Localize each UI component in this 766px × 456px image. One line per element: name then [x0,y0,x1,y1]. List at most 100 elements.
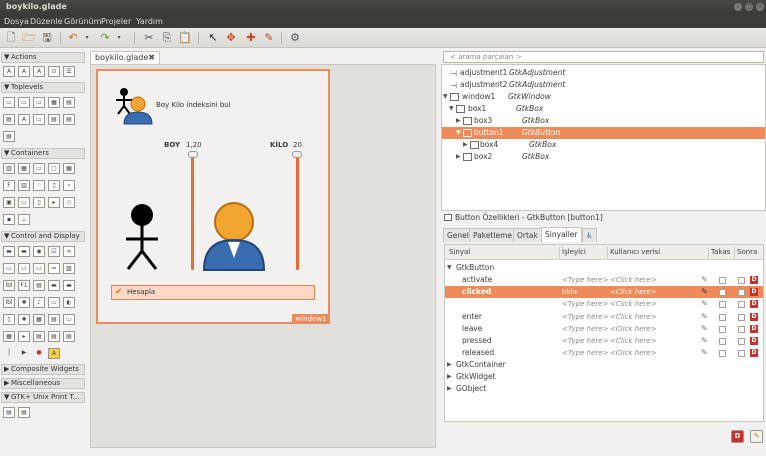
expander-right-icon[interactable]: ▶ [463,139,469,151]
copy-icon[interactable]: ⎘ [160,31,174,45]
bold-label-icon[interactable]: lbl [3,297,15,308]
tree-view-icon[interactable]: ▦ [3,331,15,342]
handler-cell[interactable]: <Type here> [562,311,608,323]
cut-icon[interactable]: ✂ [142,31,156,45]
after-checkbox[interactable] [738,289,745,296]
action-widget-icon[interactable]: A [3,66,15,77]
drawing-area-icon[interactable]: ▤ [33,331,45,342]
scrolled-icon[interactable]: ▯ [33,197,45,208]
tree-row[interactable]: ▶ box3 GtkBox [442,115,765,127]
tree-row-selected[interactable]: ▼ button1 GtkButton [442,127,765,139]
icon-view-icon[interactable]: ⁘ [33,180,45,191]
button-widget-icon[interactable]: ▬ [3,246,15,257]
accessibility-icon[interactable]: ♿ [582,228,597,242]
menu-view[interactable]: Görünüm [64,17,101,26]
paste-icon[interactable]: 📋 [178,31,192,45]
edit-pencil-icon[interactable]: ✎ [701,286,708,298]
layout-icon[interactable]: ▯ [48,180,60,191]
accel-label-icon[interactable]: F1 [18,280,30,291]
save-icon[interactable]: 🖫 [40,31,54,45]
combo-box-icon[interactable]: ▭ [33,263,45,274]
volume-button-icon[interactable]: ♪ [33,297,45,308]
signal-group-row[interactable]: ▶ GObject [445,383,763,395]
palette-group-control-display[interactable]: ▼ Control and Display [1,231,85,242]
about-dialog-icon[interactable]: ▭ [33,97,45,108]
swap-checkbox[interactable] [719,277,726,284]
tab-common[interactable]: Ortak [513,228,542,242]
color-dialog-icon[interactable]: ▦ [48,97,60,108]
play-arrow-icon[interactable]: ▶ [18,348,30,359]
paned-icon[interactable]: ▥ [18,180,30,191]
menu-bar-widget-icon[interactable]: ▤ [48,331,60,342]
height-slider-knob[interactable] [188,151,198,158]
expander-down-icon[interactable]: ▼ [447,262,452,274]
tab-packing[interactable]: Paketleme [469,228,517,242]
frame-icon[interactable]: ▢ [48,163,60,174]
signal-group-row[interactable]: ▶ GtkContainer [445,359,763,371]
preferences-gear-icon[interactable]: ⚙ [288,31,302,45]
col-after[interactable]: Sonra [737,245,757,260]
font-dialog-icon[interactable]: A [18,114,30,125]
signal-group-row[interactable]: ▼ GtkButton [445,262,763,274]
delete-icon[interactable]: D [750,276,758,284]
edit-pencil-icon[interactable]: ✎ [701,323,708,335]
dialog-widget-icon[interactable]: ▭ [18,97,30,108]
expander-down-icon[interactable]: ▼ [456,127,462,139]
menu-help[interactable]: Yardım [136,17,163,26]
calendar-icon[interactable]: ▦ [33,314,45,325]
user-data-cell[interactable]: <Click here> [610,323,657,335]
swap-checkbox[interactable] [719,338,726,345]
swap-checkbox[interactable] [719,314,726,321]
menu-edit[interactable]: Düzenle [30,17,63,26]
col-handler[interactable]: İşleyici [562,245,586,260]
scale-icon[interactable]: ═ [48,263,60,274]
handler-cell[interactable]: <Type here> [562,323,608,335]
font-button-icon[interactable]: ▭ [63,314,75,325]
palette-group-miscellaneous[interactable]: ▶ Miscellaneous [1,378,85,389]
spinner-icon[interactable]: ✺ [18,297,30,308]
user-data-cell[interactable]: <Click here> [610,335,657,347]
handler-cell[interactable]: <Type here> [562,347,608,359]
user-data-cell[interactable]: <Click here> [610,274,657,286]
edit-pencil-icon[interactable]: ✎ [701,274,708,286]
palette-group-composite[interactable]: ▶ Composite Widgets [1,364,85,375]
expander-down-icon[interactable]: ▼ [449,103,455,115]
redo-icon[interactable]: ↷ [98,31,112,45]
col-swap[interactable]: Takas [711,245,730,260]
vscrollbar-icon[interactable]: ▯ [3,314,15,325]
file-dialog-icon[interactable]: ▤ [63,97,75,108]
delete-icon[interactable]: D [750,288,758,296]
swap-checkbox[interactable] [719,289,726,296]
toolpalette-icon[interactable]: ⊥ [18,214,30,225]
delete-icon[interactable]: D [750,337,758,345]
after-checkbox[interactable] [738,301,745,308]
handler-cell[interactable]: <Type here> [562,274,608,286]
app-chooser-button-icon[interactable]: ● [33,348,45,359]
check-button-icon[interactable]: ☑ [48,246,60,257]
edit-pencil-icon[interactable]: ✎ [701,298,708,310]
grid-icon[interactable]: ▦ [18,163,30,174]
weight-slider[interactable] [296,155,299,270]
swap-checkbox[interactable] [719,301,726,308]
progress-bar-icon[interactable]: ▬ [48,280,60,291]
delete-button[interactable]: D [731,430,744,443]
calculate-button[interactable]: ✔ Hesapla [111,285,315,300]
height-slider[interactable] [191,155,194,270]
col-signal[interactable]: Sinyal [449,245,470,260]
undo-icon[interactable]: ↶ [66,31,80,45]
edit-pencil-icon[interactable]: ✎ [701,335,708,347]
button-box-icon[interactable]: ∘ [63,180,75,191]
offscreen-window-icon[interactable]: ▤ [3,131,15,142]
accel-font-icon[interactable]: A [48,348,60,359]
tree-row[interactable]: ▼ box1 GtkBox [442,103,765,115]
expander-right-icon[interactable]: ▶ [447,359,452,371]
action-group-icon[interactable]: ☰ [63,66,75,77]
expander-right-icon[interactable]: ▶ [447,371,452,383]
delete-icon[interactable]: D [750,313,758,321]
after-checkbox[interactable] [738,350,745,357]
delete-icon[interactable]: D [750,325,758,333]
after-checkbox[interactable] [738,326,745,333]
file-chooser-button-icon[interactable]: ▤ [63,331,75,342]
pointer-icon[interactable]: ↖ [206,31,220,45]
switch-icon[interactable]: ◐ [63,297,75,308]
